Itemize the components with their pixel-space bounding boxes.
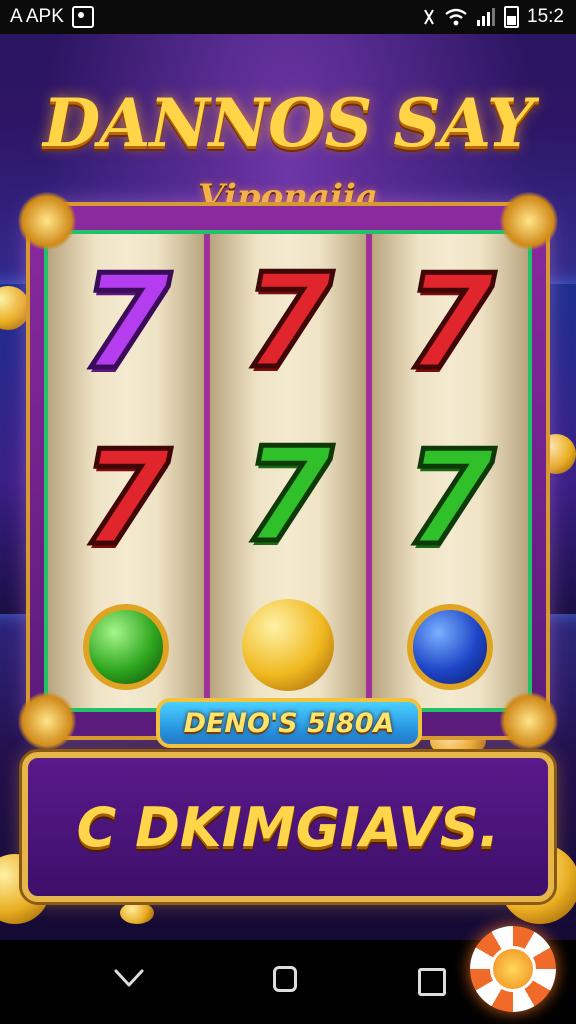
jackpot-banner[interactable]: DENO'S 5I80A (156, 698, 422, 748)
symbol-green-seven: 7 (402, 422, 497, 574)
back-icon[interactable] (114, 968, 144, 988)
wifi-icon (445, 8, 467, 26)
frame-ornament-icon (500, 692, 558, 750)
slot-game-screen[interactable]: DANNOS SAY Viponaiia 7 7 7 7 7 7 DENO'S … (0, 34, 576, 940)
recents-icon[interactable] (418, 968, 446, 996)
frame-ornament-icon (18, 192, 76, 250)
game-title: DANNOS SAY (43, 84, 534, 162)
symbol-green-seven: 7 (240, 419, 335, 571)
symbol-blue-orb-icon (407, 604, 493, 690)
coin-decoration (120, 902, 154, 924)
frame-ornament-icon (500, 192, 558, 250)
home-icon[interactable] (273, 966, 297, 992)
symbol-purple-seven: 7 (78, 246, 173, 398)
symbol-red-seven: 7 (78, 422, 173, 574)
symbol-gold-coin-icon (242, 599, 334, 691)
symbol-green-orb-icon (83, 604, 169, 690)
status-left-text: A APK (10, 6, 64, 27)
frame-ornament-icon (18, 692, 76, 750)
slot-machine-frame: 7 7 7 7 7 7 (18, 192, 558, 750)
symbol-red-seven: 7 (402, 246, 497, 398)
action-panel-label: C DKIMGIAVS. (76, 795, 500, 859)
vibrate-icon (424, 9, 434, 25)
action-panel-button[interactable]: C DKIMGIAVS. (22, 752, 554, 902)
reel-3[interactable]: 7 7 (372, 234, 528, 708)
reel-2[interactable]: 7 7 (210, 234, 372, 708)
battery-icon (504, 6, 520, 28)
notification-icon (71, 6, 94, 28)
reel-1[interactable]: 7 7 (48, 234, 210, 708)
signal-icon (477, 8, 496, 26)
casino-chip-icon[interactable] (470, 926, 556, 1012)
symbol-red-seven: 7 (240, 245, 335, 397)
reels-window: 7 7 7 7 7 7 (44, 230, 532, 712)
status-bar: A APK 15:2 (0, 0, 576, 34)
status-time: 15:2 (527, 6, 564, 27)
